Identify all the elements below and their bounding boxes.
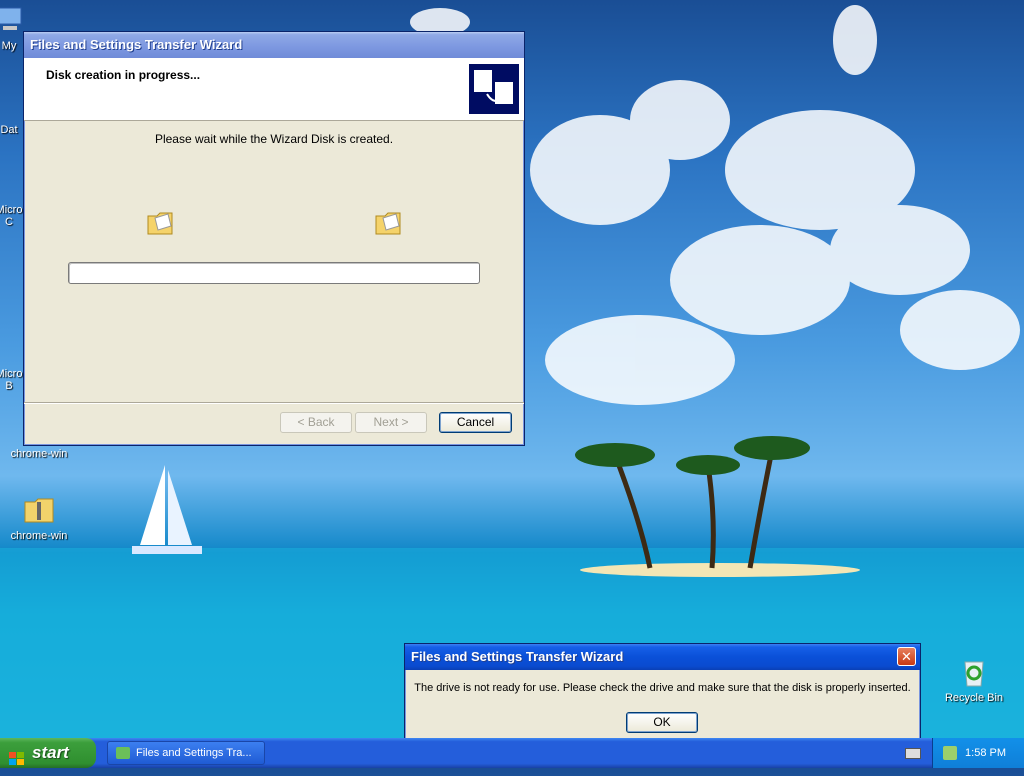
wizard-message: Please wait while the Wizard Disk is cre…: [154, 132, 394, 146]
source-folder-icon: [146, 208, 176, 238]
wizard-window: Files and Settings Transfer Wizard Disk …: [23, 31, 525, 446]
desktop-icon-chrome-win-2[interactable]: chrome-win: [0, 494, 78, 542]
system-tray: 1:58 PM: [932, 738, 1024, 768]
desktop-icon-label: chrome-win: [10, 448, 68, 460]
separator: [24, 402, 524, 404]
zip-folder-icon: [23, 494, 55, 526]
start-button[interactable]: start: [0, 738, 96, 768]
disk-progress-bar: [68, 262, 480, 284]
windows-logo-icon: [9, 746, 25, 765]
transfer-wizard-icon: [469, 64, 519, 114]
app-icon: [0, 332, 25, 364]
desktop-icon-recycle-bin[interactable]: Recycle Bin: [935, 656, 1013, 704]
back-button[interactable]: < Back: [280, 412, 352, 433]
close-icon[interactable]: ✕: [897, 647, 916, 666]
desktop-icon-label: My: [1, 40, 17, 52]
computer-icon: [0, 4, 25, 36]
ok-button[interactable]: OK: [626, 712, 698, 733]
recycle-bin-icon: [958, 656, 990, 688]
database-icon: [0, 88, 25, 120]
next-button[interactable]: Next >: [355, 412, 427, 433]
taskbar-item-label: Files and Settings Tra...: [136, 747, 252, 759]
destination-folder-icon: [374, 208, 404, 238]
desktop-icon-label: Micro: [0, 204, 23, 216]
start-label: start: [32, 743, 69, 762]
desktop-icon-label: Micro: [0, 368, 23, 380]
keyboard-icon[interactable]: [905, 748, 921, 759]
desktop-icon-label: C: [5, 216, 13, 228]
taskbar-item-wizard[interactable]: Files and Settings Tra...: [107, 741, 265, 765]
desktop-icon-label: Dat: [0, 124, 18, 136]
wizard-header: Disk creation in progress...: [24, 58, 524, 121]
error-message: The drive is not ready for use. Please c…: [414, 682, 911, 694]
wizard-task-icon: [116, 747, 130, 759]
desktop-icon-label: chrome-win: [10, 530, 68, 542]
error-dialog: Files and Settings Transfer Wizard ✕ The…: [404, 643, 921, 741]
clock: 1:58 PM: [965, 747, 1006, 759]
desktop-icon-label: B: [5, 380, 13, 392]
app-icon: [0, 168, 25, 200]
network-icon[interactable]: [943, 746, 957, 760]
taskbar: start Files and Settings Tra... 1:58 PM: [0, 738, 1024, 768]
cancel-button[interactable]: Cancel: [439, 412, 512, 433]
error-dialog-titlebar[interactable]: Files and Settings Transfer Wizard: [405, 644, 920, 670]
desktop-icon-label: Recycle Bin: [944, 692, 1004, 704]
wizard-titlebar[interactable]: Files and Settings Transfer Wizard: [24, 32, 524, 58]
wizard-header-title: Disk creation in progress...: [46, 68, 201, 82]
